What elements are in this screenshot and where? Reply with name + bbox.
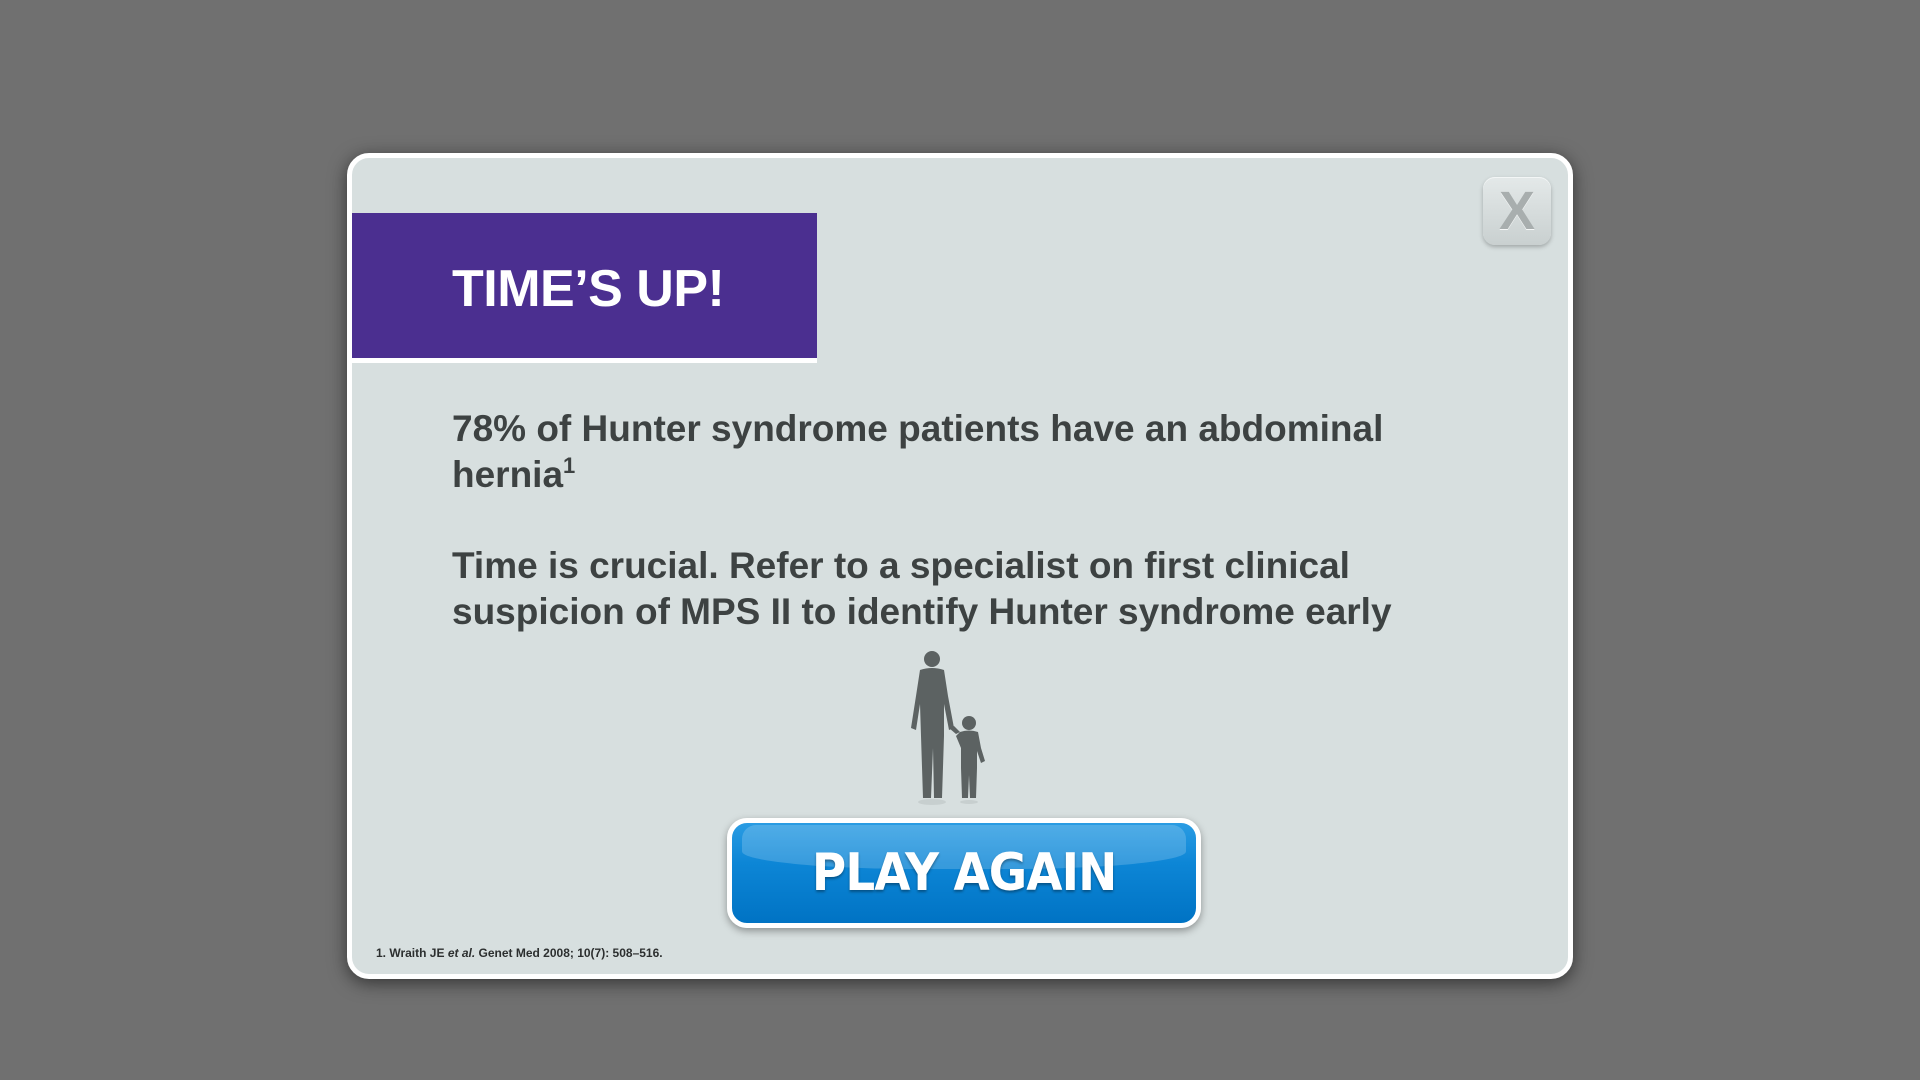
footnote-suffix: Genet Med 2008; 10(7): 508–516. [475, 946, 663, 960]
times-up-dialog: X TIME’S UP! 78% of Hunter syndrome pati… [347, 153, 1573, 979]
fact-paragraph: 78% of Hunter syndrome patients have an … [452, 406, 1462, 498]
footnote-prefix: 1. Wraith JE [376, 946, 448, 960]
footnote-italic: et al. [447, 946, 476, 960]
footnote-reference: 1 [563, 453, 576, 478]
dialog-title: TIME’S UP! [452, 260, 725, 318]
close-button[interactable]: X [1483, 177, 1551, 245]
parent-and-child-silhouette-icon [911, 651, 985, 805]
play-again-label: PLAY AGAIN [811, 843, 1117, 903]
play-again-button[interactable]: PLAY AGAIN [727, 818, 1201, 928]
footnote: 1. Wraith JE et al. Genet Med 2008; 10(7… [376, 946, 663, 960]
dialog-content: 78% of Hunter syndrome patients have an … [452, 406, 1462, 680]
message-paragraph: Time is crucial. Refer to a specialist o… [452, 545, 1392, 632]
fact-text: 78% of Hunter syndrome patients have an … [452, 408, 1384, 495]
close-icon: X [1498, 181, 1536, 241]
title-banner: TIME’S UP! [352, 213, 817, 363]
